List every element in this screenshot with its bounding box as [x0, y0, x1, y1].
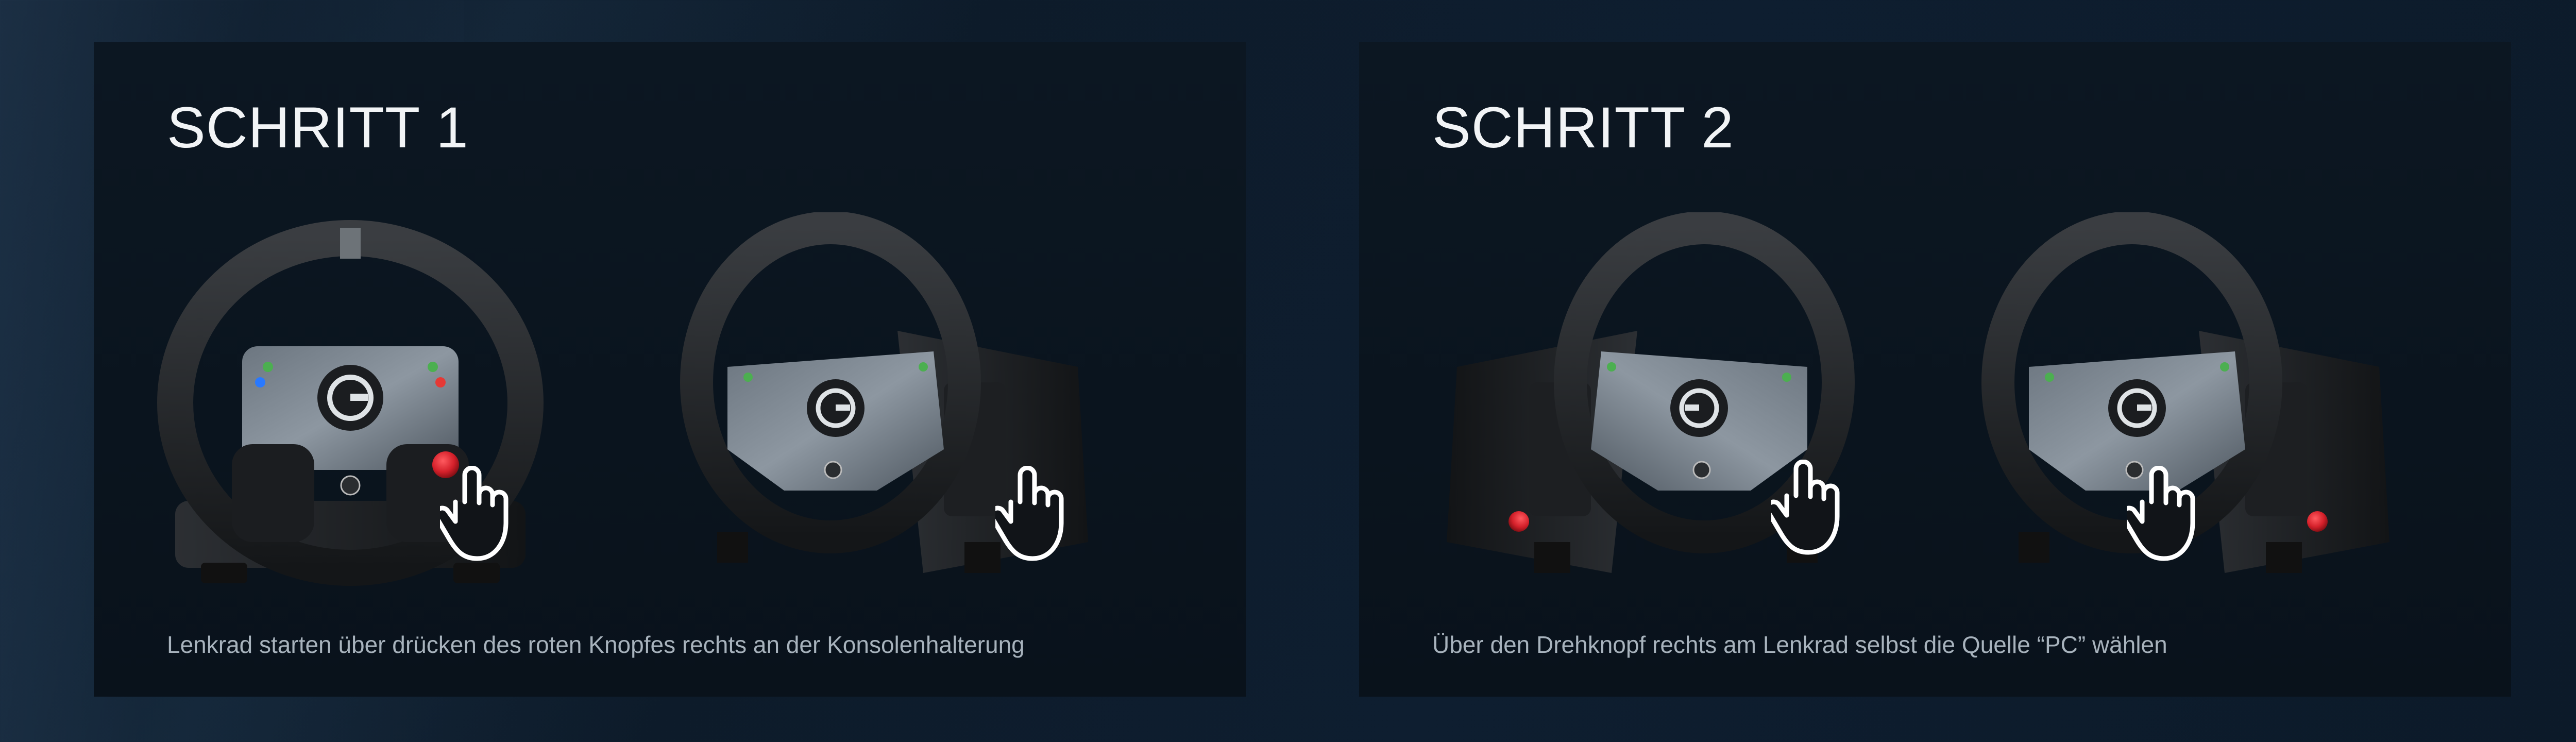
tap-hand-icon — [2127, 466, 2204, 564]
step-2-title: SCHRITT 2 — [1432, 95, 1734, 160]
step-2-panel: SCHRITT 2 Über den Drehknopf rechts am L… — [1359, 42, 2511, 697]
tap-hand-icon — [995, 466, 1073, 564]
step-2-caption: Über den Drehknopf rechts am Lenkrad sel… — [1432, 631, 2167, 658]
step-1-panel: SCHRITT 1 Lenkrad starten über drücken d… — [94, 42, 1246, 697]
step-1-caption: Lenkrad starten über drücken des roten K… — [167, 631, 1025, 658]
tap-hand-icon — [1771, 460, 1849, 558]
step-1-title: SCHRITT 1 — [167, 95, 469, 160]
tap-hand-icon — [440, 466, 517, 564]
